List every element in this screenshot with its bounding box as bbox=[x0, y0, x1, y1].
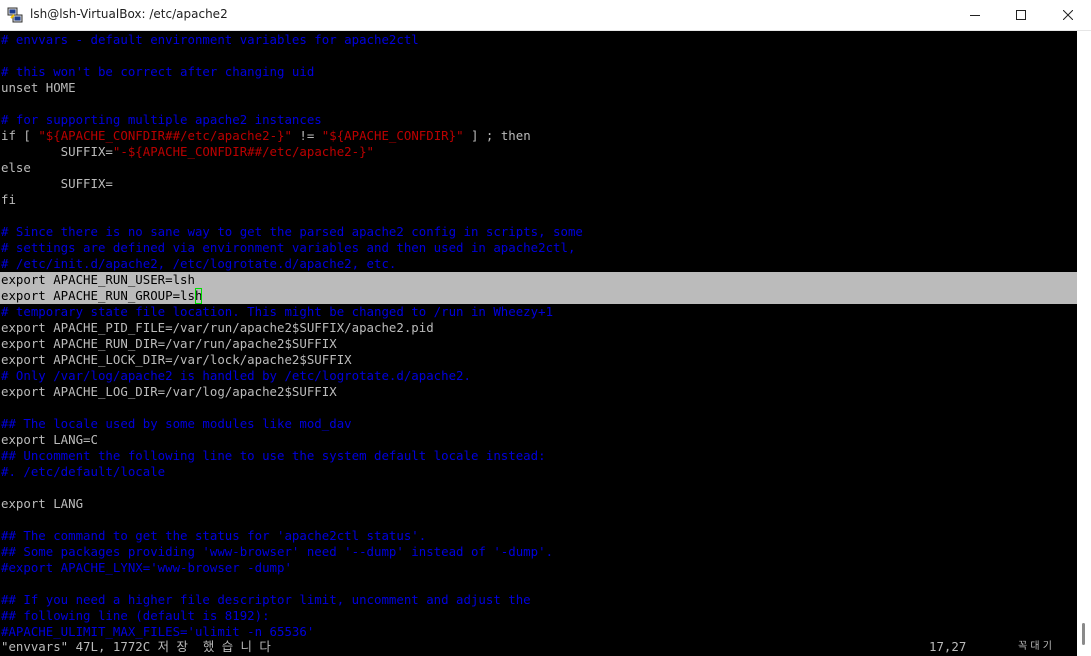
code-token: "${APACHE_CONFDIR##/etc/apache2-}" bbox=[38, 128, 292, 143]
code-token: != bbox=[291, 128, 322, 143]
maximize-button[interactable] bbox=[998, 0, 1044, 31]
code-line: export APACHE_LOG_DIR=/var/log/apache2$S… bbox=[1, 384, 337, 400]
code-token: export APACHE_RUN_DIR=/var/run/apache2$S… bbox=[1, 336, 337, 351]
code-line: export APACHE_PID_FILE=/var/run/apache2$… bbox=[1, 320, 434, 336]
maximize-icon bbox=[1016, 10, 1026, 20]
code-line: # envvars - default environment variable… bbox=[1, 32, 419, 48]
code-token: #APACHE_ULIMIT_MAX_FILES='ulimit -n 6553… bbox=[1, 624, 315, 639]
code-token: ## The locale used by some modules like … bbox=[1, 416, 352, 431]
code-token: "${APACHE_CONFDIR}" bbox=[321, 128, 464, 143]
terminal-window: lsh@lsh-VirtualBox: /etc/apache2 # envva… bbox=[0, 0, 1091, 656]
code-line: export LANG=C bbox=[1, 432, 98, 448]
code-line: # Only /var/log/apache2 is handled by /e… bbox=[1, 368, 471, 384]
code-token: ## Uncomment the following line to use t… bbox=[1, 448, 546, 463]
scrollbar-thumb[interactable] bbox=[1082, 623, 1085, 645]
code-token: SUFFIX= bbox=[1, 144, 113, 159]
code-token: export APACHE_LOG_DIR=/var/log/apache2$S… bbox=[1, 384, 337, 399]
code-line: ## Some packages providing 'www-browser'… bbox=[1, 544, 553, 560]
code-token: if [ bbox=[1, 128, 39, 143]
code-line: # for supporting multiple apache2 instan… bbox=[1, 112, 322, 128]
close-icon bbox=[1063, 10, 1073, 20]
code-line: export LANG bbox=[1, 496, 83, 512]
code-line: export APACHE_RUN_USER=lsh bbox=[1, 272, 195, 288]
code-line: else bbox=[1, 160, 31, 176]
code-line: fi bbox=[1, 192, 16, 208]
code-token: ## Some packages providing 'www-browser'… bbox=[1, 544, 554, 559]
code-line: ## If you need a higher file descriptor … bbox=[1, 592, 531, 608]
code-token: ## If you need a higher file descriptor … bbox=[1, 592, 531, 607]
code-token: # for supporting multiple apache2 instan… bbox=[1, 112, 322, 127]
code-token: # temporary state file location. This mi… bbox=[1, 304, 554, 319]
title-bar[interactable]: lsh@lsh-VirtualBox: /etc/apache2 bbox=[0, 0, 1091, 31]
code-token: ## The command to get the status for 'ap… bbox=[1, 528, 427, 543]
code-token: # Only /var/log/apache2 is handled by /e… bbox=[1, 368, 471, 383]
code-token: #export APACHE_LYNX='www-browser -dump' bbox=[1, 560, 292, 575]
code-line: # temporary state file location. This mi… bbox=[1, 304, 553, 320]
code-token: export APACHE_RUN_USER=lsh bbox=[1, 272, 195, 287]
code-token: ## following line (default is 8192): bbox=[1, 608, 270, 623]
code-token: # this won't be correct after changing u… bbox=[1, 64, 315, 79]
status-scroll-position: 꼭 대 기 bbox=[1018, 641, 1052, 652]
code-token: export APACHE_PID_FILE=/var/run/apache2$… bbox=[1, 320, 434, 335]
code-line: unset HOME bbox=[1, 80, 76, 96]
status-cursor-position: 17,27 bbox=[929, 639, 967, 654]
code-token: fi bbox=[1, 192, 16, 207]
code-line: #. /etc/default/locale bbox=[1, 464, 165, 480]
code-token: # /etc/init.d/apache2, /etc/logrotate.d/… bbox=[1, 256, 397, 271]
code-token: "-${APACHE_CONFDIR##/etc/apache2-}" bbox=[112, 144, 374, 159]
code-token: # Since there is no sane way to get the … bbox=[1, 224, 583, 239]
code-token: # settings are defined via environment v… bbox=[1, 240, 576, 255]
code-line: # Since there is no sane way to get the … bbox=[1, 224, 583, 240]
code-line: #export APACHE_LYNX='www-browser -dump' bbox=[1, 560, 292, 576]
code-token: export APACHE_LOCK_DIR=/var/lock/apache2… bbox=[1, 352, 352, 367]
window-title: lsh@lsh-VirtualBox: /etc/apache2 bbox=[30, 7, 228, 21]
code-line: ## Uncomment the following line to use t… bbox=[1, 448, 546, 464]
code-token: else bbox=[1, 160, 31, 175]
code-line: SUFFIX="-${APACHE_CONFDIR##/etc/apache2-… bbox=[1, 144, 374, 160]
putty-app-icon[interactable] bbox=[7, 7, 23, 23]
code-line: export APACHE_RUN_GROUP=lsh bbox=[1, 288, 203, 304]
code-token: SUFFIX= bbox=[1, 176, 113, 191]
minimize-icon bbox=[970, 15, 980, 16]
code-line: # this won't be correct after changing u… bbox=[1, 64, 314, 80]
code-line: ## The command to get the status for 'ap… bbox=[1, 528, 426, 544]
status-file-info: "envvars" 47L, 1772C 저 장 했 습 니 다 bbox=[1, 639, 271, 654]
code-line: #APACHE_ULIMIT_MAX_FILES='ulimit -n 6553… bbox=[1, 624, 314, 640]
terminal-text-area[interactable]: # envvars - default environment variable… bbox=[0, 31, 1077, 656]
code-line: export APACHE_LOCK_DIR=/var/lock/apache2… bbox=[1, 352, 352, 368]
code-token: unset HOME bbox=[1, 80, 76, 95]
code-token: export LANG=C bbox=[1, 432, 98, 447]
code-token: export APACHE_RUN_GROUP=ls bbox=[1, 288, 195, 303]
code-token: #. /etc/default/locale bbox=[1, 464, 166, 479]
code-token: ] ; then bbox=[463, 128, 531, 143]
vertical-scrollbar[interactable] bbox=[1077, 31, 1091, 656]
code-line: # settings are defined via environment v… bbox=[1, 240, 575, 256]
text-cursor: h bbox=[194, 288, 203, 304]
code-line: ## The locale used by some modules like … bbox=[1, 416, 352, 432]
code-line: ## following line (default is 8192): bbox=[1, 608, 270, 624]
code-token: # envvars - default environment variable… bbox=[1, 32, 419, 47]
code-token: export LANG bbox=[1, 496, 84, 511]
minimize-button[interactable] bbox=[952, 0, 998, 31]
code-line: export APACHE_RUN_DIR=/var/run/apache2$S… bbox=[1, 336, 337, 352]
code-line: if [ "${APACHE_CONFDIR##/etc/apache2-}" … bbox=[1, 128, 531, 144]
close-button[interactable] bbox=[1045, 0, 1091, 31]
code-line: SUFFIX= bbox=[1, 176, 113, 192]
code-line: # /etc/init.d/apache2, /etc/logrotate.d/… bbox=[1, 256, 396, 272]
